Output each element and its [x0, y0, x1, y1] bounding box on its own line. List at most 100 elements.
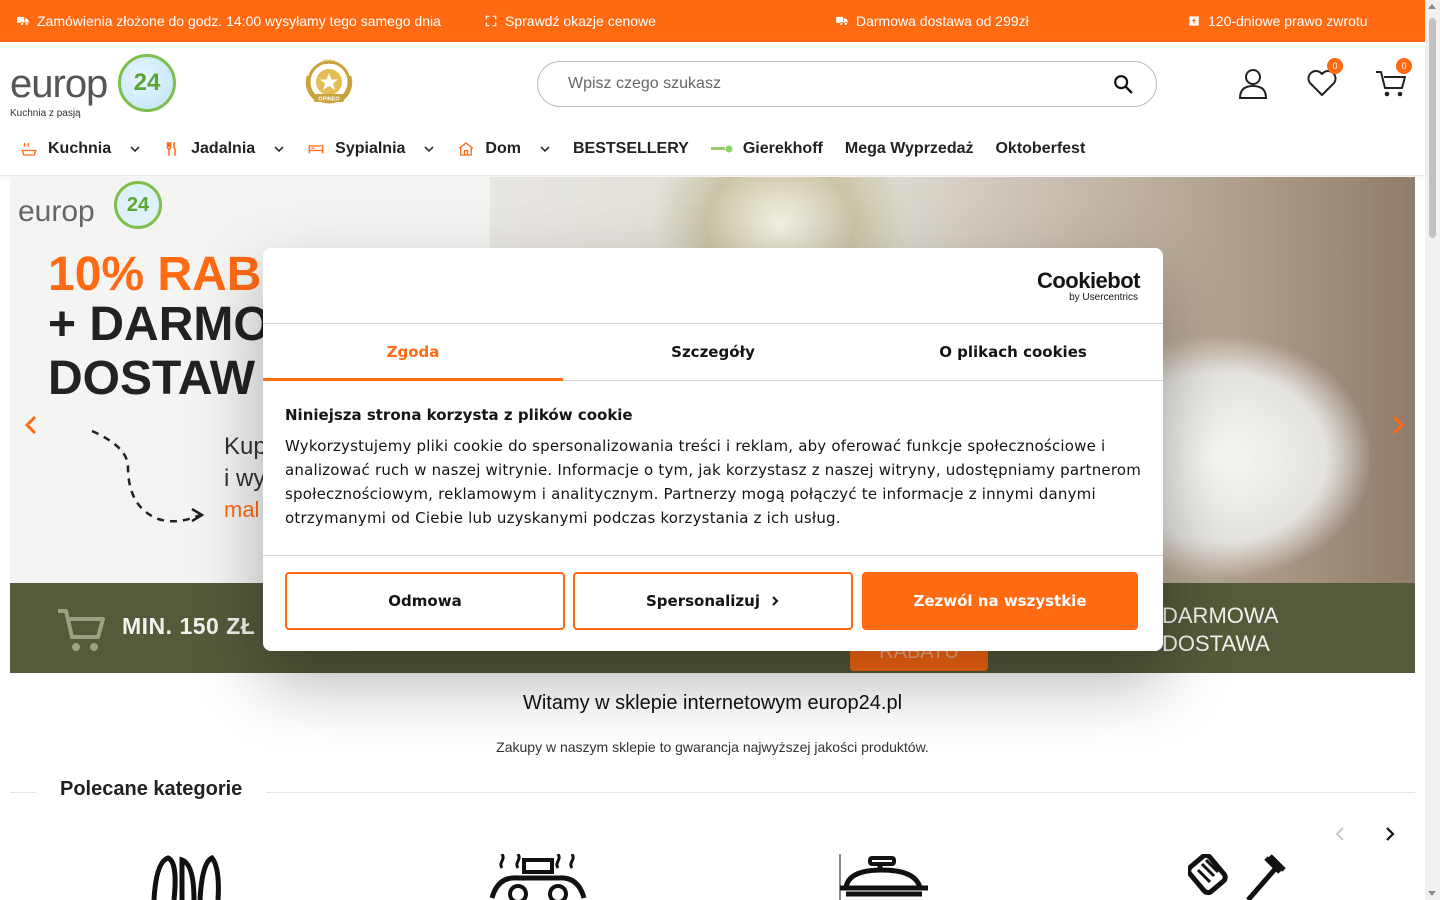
free-delivery-text-1: DARMOWA: [1162, 603, 1279, 628]
hero-headline-3: DOSTAW: [48, 352, 256, 405]
nav-label: Kuchnia: [48, 140, 112, 157]
scroll-thumb[interactable]: [1429, 18, 1436, 238]
opineo-award-icon[interactable]: OPINEO 2021: [300, 56, 358, 110]
hero-subtext-1: Kup: [224, 433, 267, 460]
chevron-left-icon[interactable]: [20, 413, 44, 437]
logo-tagline: Kuchnia z pasją: [10, 108, 81, 119]
promo-text: Sprawdź okazje cenowe: [505, 13, 656, 29]
hero-logo-wordmark: europ: [18, 195, 95, 228]
promo-item-returns[interactable]: 120-dniowe prawo zwrotu: [1187, 0, 1368, 42]
truck-icon: [836, 16, 848, 26]
chevron-left-icon[interactable]: [1330, 824, 1350, 844]
cutlery-set-icon[interactable]: [138, 854, 238, 900]
cart-icon: [58, 609, 105, 651]
nav-label: Oktoberfest: [995, 140, 1086, 157]
hero-subtext-3: mal: [224, 497, 260, 522]
pot-steam-icon[interactable]: [488, 854, 588, 900]
cookie-tabs: Zgoda Szczegóły O plikach cookies: [263, 323, 1163, 381]
search-box: [537, 61, 1157, 107]
welcome-subtitle: Zakupy w naszym sklepie to gwarancja naj…: [496, 739, 929, 755]
customize-button[interactable]: Spersonalizuj: [573, 572, 853, 630]
nav-item-jadalnia[interactable]: Jadalnia: [163, 140, 285, 158]
account-icon[interactable]: [1236, 66, 1270, 100]
chevron-right-icon[interactable]: [1385, 413, 1409, 437]
chevron-right-icon[interactable]: [1380, 824, 1400, 844]
hero-subtext-2: i wy: [224, 465, 266, 492]
hero-headline-1: 10% RAB: [48, 248, 262, 301]
cookie-body: Niniejsza strona korzysta z plików cooki…: [285, 406, 1145, 530]
deny-button-label: Odmowa: [388, 592, 462, 610]
main-nav: Kuchnia Jadalnia Sypialnia Dom BESTSELLE…: [20, 134, 1107, 164]
cookie-footer: Odmowa Spersonalizuj Zezwól na wszystkie: [263, 555, 1163, 651]
cookiebot-logo[interactable]: Cookiebot by Usercentrics: [1036, 270, 1141, 304]
logo-number: 24: [133, 69, 161, 96]
kitchen-icon: [21, 142, 37, 156]
kitchen-utensils-icon[interactable]: [1188, 854, 1288, 900]
nav-item-bestsellery[interactable]: BESTSELLERY: [573, 140, 689, 158]
house-icon: [459, 142, 474, 156]
customize-button-label: Spersonalizuj: [646, 592, 760, 610]
scroll-up-icon[interactable]: [1428, 4, 1436, 9]
categories-title: Polecane kategorie: [36, 778, 267, 801]
nav-item-mega-wyprzedaz[interactable]: Mega Wyprzedaż: [845, 140, 974, 158]
page-scrollbar[interactable]: [1425, 0, 1440, 900]
nav-item-dom[interactable]: Dom: [457, 140, 551, 158]
site-header: europ 24 Kuchnia z pasją OPINEO 2021 0 0…: [0, 42, 1425, 176]
roaster-icon[interactable]: [836, 854, 936, 900]
chevron-right-icon: [772, 596, 779, 606]
cookie-consent-dialog: Cookiebot by Usercentrics Zgoda Szczegół…: [263, 248, 1163, 651]
scroll-down-icon[interactable]: [1428, 891, 1436, 896]
nav-label: Jadalnia: [191, 140, 256, 157]
bed-icon: [308, 145, 324, 154]
cookiebot-brand-sub: by Usercentrics: [1069, 292, 1138, 303]
opineo-year: 2021: [322, 60, 336, 66]
free-delivery-text-2: DOSTAWA: [1162, 631, 1270, 656]
nav-label: Dom: [485, 140, 521, 157]
cookie-heading: Niniejsza strona korzysta z plików cooki…: [285, 406, 633, 424]
promo-item-same-day[interactable]: Zamówienia złożone do godz. 14:00 wysyła…: [16, 0, 441, 42]
promo-text: Darmowa dostawa od 299zł: [856, 13, 1029, 29]
gierekhoff-logo-icon: [710, 145, 733, 153]
wishlist-button[interactable]: 0: [1305, 58, 1343, 100]
nav-item-sypialnia[interactable]: Sypialnia: [307, 140, 435, 158]
allow-all-button[interactable]: Zezwól na wszystkie: [862, 572, 1138, 630]
nav-label: Sypialnia: [335, 140, 406, 157]
promo-text: 120-dniowe prawo zwrotu: [1208, 13, 1368, 29]
nav-item-oktoberfest[interactable]: Oktoberfest: [995, 140, 1085, 158]
promo-bar: Zamówienia złożone do godz. 14:00 wysyła…: [0, 0, 1425, 42]
chevron-down-icon: [540, 146, 550, 153]
cutlery-icon: [166, 141, 176, 156]
promo-text: Zamówienia złożone do godz. 14:00 wysyła…: [37, 13, 441, 29]
nav-item-kuchnia[interactable]: Kuchnia: [20, 140, 141, 158]
opineo-label: OPINEO: [318, 97, 340, 103]
hero-headline-2: + DARMO: [48, 298, 271, 351]
logo-circle: 24: [118, 54, 176, 112]
hero-logo-number: 24: [126, 193, 150, 216]
search-icon[interactable]: [1112, 73, 1134, 95]
logo-wordmark: europ: [10, 62, 108, 106]
chevron-down-icon: [130, 146, 140, 153]
wishlist-count-badge: 0: [1327, 58, 1343, 74]
promo-item-free-delivery[interactable]: Darmowa dostawa od 299zł: [835, 0, 1029, 42]
return-box-icon: [1189, 16, 1199, 26]
nav-item-gierekhoff[interactable]: Gierekhoff: [710, 140, 823, 158]
scan-icon: [485, 15, 497, 27]
chevron-down-icon: [424, 146, 434, 153]
tab-about-cookies[interactable]: O plikach cookies: [863, 324, 1163, 380]
deny-button[interactable]: Odmowa: [285, 572, 565, 630]
search-input[interactable]: [568, 62, 1108, 106]
tab-consent[interactable]: Zgoda: [263, 324, 563, 381]
min-order-text: MIN. 150 ZŁ: [122, 613, 256, 639]
tab-details[interactable]: Szczegóły: [563, 324, 863, 380]
nav-label: Mega Wyprzedaż: [844, 140, 974, 157]
hero-logo-circle: 24: [114, 181, 162, 229]
cart-button[interactable]: 0: [1374, 58, 1412, 100]
cart-count-badge: 0: [1396, 58, 1412, 74]
promo-item-deals[interactable]: Sprawdź okazje cenowe: [484, 0, 656, 42]
welcome-title: Witamy w sklepie internetowym europ24.pl: [522, 692, 903, 714]
allow-all-button-label: Zezwól na wszystkie: [913, 592, 1087, 610]
cookie-description: Wykorzystujemy pliki cookie do spersonal…: [285, 437, 1142, 527]
nav-label: Gierekhoff: [742, 140, 823, 157]
truck-icon: [17, 16, 29, 26]
site-logo[interactable]: europ 24 Kuchnia z pasją: [10, 54, 178, 119]
